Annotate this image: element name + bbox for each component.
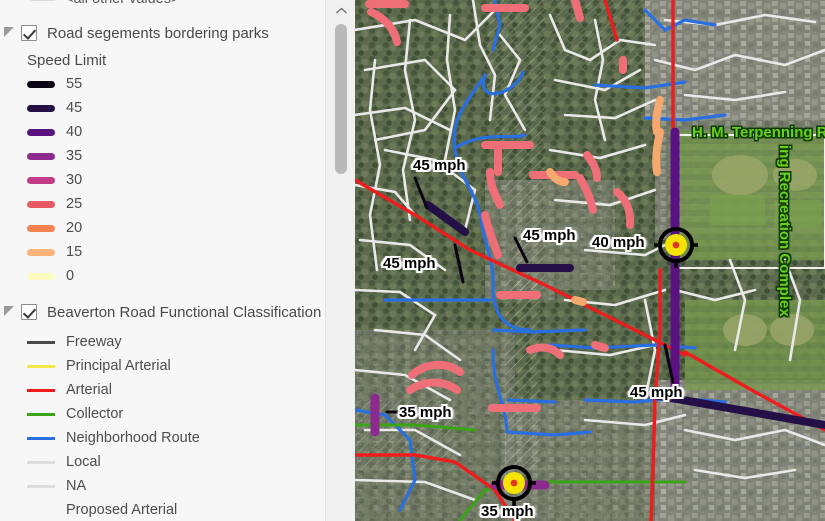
legend-swatch-40 xyxy=(27,128,55,136)
legend-item-speed-15[interactable]: 15 xyxy=(0,240,325,264)
legend-label-15: 15 xyxy=(66,244,83,260)
legend-swatch-local xyxy=(27,460,55,464)
legend-swatch-arterial xyxy=(27,388,55,392)
legend-label-0: 0 xyxy=(66,268,75,284)
legend-swatch-25 xyxy=(27,200,55,208)
legend-item-speed-30[interactable]: 30 xyxy=(0,168,325,192)
collapse-triangle-icon[interactable] xyxy=(4,305,14,316)
legend-label-40: 40 xyxy=(66,124,83,140)
legend-item-na[interactable]: NA xyxy=(0,474,325,498)
legend-label-proposed-arterial: Proposed Arterial xyxy=(66,502,178,518)
legend-label-45: 45 xyxy=(66,100,83,116)
layer-header-beaverton-road-functional-classification[interactable]: Beaverton Road Functional Classification xyxy=(0,299,325,325)
layer-header-road-segments-bordering-parks[interactable]: Road segements bordering parks xyxy=(0,20,325,46)
clipped-legend-row: <all other values> xyxy=(0,0,325,14)
legend-label-na: NA xyxy=(66,478,87,494)
legend-scroll-content: <all other values> Road segements border… xyxy=(0,0,325,521)
legend-label-arterial: Arterial xyxy=(66,382,112,398)
scrollbar-thumb[interactable] xyxy=(335,24,347,174)
legend-swatch-principal-arterial xyxy=(27,364,55,368)
legend-label-30: 30 xyxy=(66,172,83,188)
legend-label-freeway: Freeway xyxy=(66,334,122,350)
legend-item-speed-55[interactable]: 55 xyxy=(0,72,325,96)
legend-group-title-speed-limit: Speed Limit xyxy=(27,52,107,69)
legend-item-proposed-arterial[interactable]: Proposed Arterial xyxy=(0,498,325,521)
legend-list-functional-classification: Freeway Principal Arterial Arterial Coll… xyxy=(0,330,325,521)
legend-swatch-freeway xyxy=(27,340,55,344)
legend-swatch-55 xyxy=(27,80,55,88)
gis-application: <all other values> Road segements border… xyxy=(0,0,825,521)
layer-title-beaverton-road-functional-classification: Beaverton Road Functional Classification xyxy=(47,303,322,321)
legend-swatch-20 xyxy=(27,224,55,232)
legend-label-20: 20 xyxy=(66,220,83,236)
layer-checkbox-beaverton-road-functional-classification[interactable] xyxy=(21,304,37,320)
map-graphics xyxy=(355,0,825,521)
legend-label-25: 25 xyxy=(66,196,83,212)
legend-item-freeway[interactable]: Freeway xyxy=(0,330,325,354)
legend-label-collector: Collector xyxy=(66,406,124,422)
legend-swatch-neighborhood-route xyxy=(27,436,55,440)
legend-item-collector[interactable]: Collector xyxy=(0,402,325,426)
legend-label-local: Local xyxy=(66,454,101,470)
legend-item-speed-45[interactable]: 45 xyxy=(0,96,325,120)
scroll-up-arrow-icon[interactable] xyxy=(326,0,355,22)
legend-swatch-proposed-arterial xyxy=(27,509,55,512)
legend-label-principal-arterial: Principal Arterial xyxy=(66,358,171,374)
layer-checkbox-road-segments[interactable] xyxy=(21,25,37,41)
legend-label-55: 55 xyxy=(66,76,83,92)
legend-label-35: 35 xyxy=(66,148,83,164)
collapse-triangle-icon[interactable] xyxy=(4,26,14,37)
legend-label-neighborhood-route: Neighborhood Route xyxy=(66,430,200,446)
legend-item-speed-40[interactable]: 40 xyxy=(0,120,325,144)
legend-swatch-30 xyxy=(27,176,55,184)
legend-item-local[interactable]: Local xyxy=(0,450,325,474)
legend-item-speed-35[interactable]: 35 xyxy=(0,144,325,168)
legend-swatch-0 xyxy=(27,272,55,280)
legend-item-speed-0[interactable]: 0 xyxy=(0,264,325,288)
legend-swatch-other-values xyxy=(30,0,56,1)
legend-swatch-35 xyxy=(27,152,55,160)
legend-item-neighborhood-route[interactable]: Neighborhood Route xyxy=(0,426,325,450)
legend-swatch-na xyxy=(27,484,55,488)
legend-list-speed-limit: 55 45 40 35 30 25 20 15 0 xyxy=(0,72,325,288)
legend-item-speed-25[interactable]: 25 xyxy=(0,192,325,216)
map-canvas[interactable]: Waterhouse Linear Park Stoller Creek Gre… xyxy=(355,0,825,521)
layer-title-road-segments: Road segements bordering parks xyxy=(47,24,269,42)
legend-swatch-collector xyxy=(27,412,55,416)
legend-swatch-45 xyxy=(27,104,55,112)
legend-panel: <all other values> Road segements border… xyxy=(0,0,355,521)
legend-item-arterial[interactable]: Arterial xyxy=(0,378,325,402)
legend-label-other-values: <all other values> xyxy=(65,0,179,7)
legend-item-speed-20[interactable]: 20 xyxy=(0,216,325,240)
legend-swatch-15 xyxy=(27,248,55,256)
legend-scrollbar[interactable] xyxy=(325,0,355,521)
legend-item-principal-arterial[interactable]: Principal Arterial xyxy=(0,354,325,378)
